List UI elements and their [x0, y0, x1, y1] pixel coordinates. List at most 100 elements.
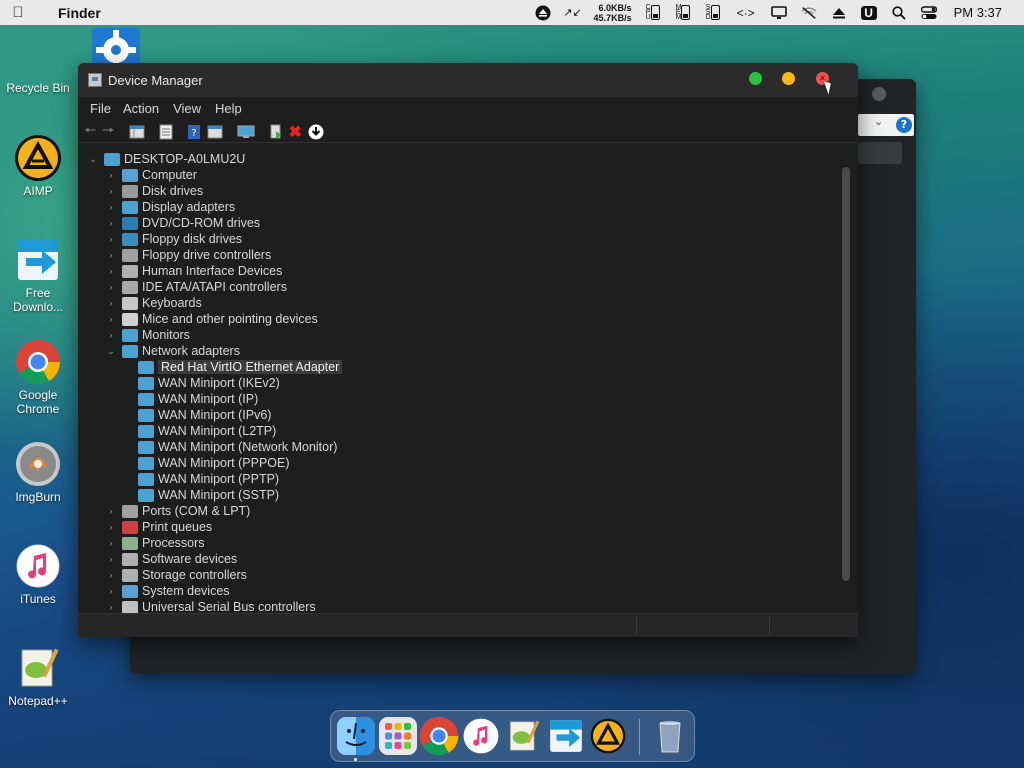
u-badge-icon[interactable]: U [860, 5, 877, 20]
side-button[interactable] [858, 142, 902, 164]
chevron-down-icon[interactable]: ⌄ [874, 115, 883, 128]
launchpad-icon[interactable] [379, 717, 417, 755]
chevron-right-icon[interactable]: › [104, 298, 118, 308]
chevron-right-icon[interactable]: › [104, 602, 118, 612]
chevron-right-icon[interactable]: › [104, 314, 118, 324]
chevron-down-icon[interactable]: ⌄ [104, 346, 118, 357]
chevron-right-icon[interactable]: › [104, 506, 118, 516]
chevron-right-icon[interactable]: › [104, 218, 118, 228]
trash-icon[interactable] [651, 717, 689, 755]
menu-view[interactable]: View [161, 97, 201, 119]
tree-device-network-adapter[interactable]: WAN Miniport (PPPOE) [120, 455, 290, 471]
device-manager-window[interactable]: Device Manager × File Action View Help 🠔… [78, 63, 858, 637]
active-app-name[interactable]: Finder [58, 5, 101, 21]
tree-device-network-adapter[interactable]: WAN Miniport (PPTP) [120, 471, 279, 487]
clock[interactable]: PM 3:37 [954, 5, 1002, 20]
desktop-icon-chrome[interactable]: Google Chrome [0, 338, 76, 416]
desktop-icon-notepad[interactable]: Notepad++ [0, 644, 76, 708]
tree-device-network-adapter[interactable]: WAN Miniport (Network Monitor) [120, 439, 337, 455]
chevron-right-icon[interactable]: › [104, 170, 118, 180]
chevron-right-icon[interactable]: › [104, 570, 118, 580]
menu-action[interactable]: Action [113, 97, 159, 119]
itunes-icon[interactable] [462, 717, 500, 755]
settings-gear-icon[interactable] [78, 28, 154, 68]
desktop-icon-aimp[interactable]: AIMP [0, 134, 76, 198]
tree-category[interactable]: › Software devices [104, 551, 238, 567]
desktop-icon-imgburn[interactable]: ImgBurn [0, 440, 76, 504]
tree-category[interactable]: › Universal Serial Bus controllers [104, 599, 316, 613]
chevron-right-icon[interactable]: › [104, 266, 118, 276]
tree-category[interactable]: › Keyboards [104, 295, 202, 311]
tree-category[interactable]: › Disk drives [104, 183, 204, 199]
desktop-icon-free-download[interactable]: Free Downlo... [0, 236, 76, 314]
tree-category[interactable]: › IDE ATA/ATAPI controllers [104, 279, 287, 295]
eject-icon[interactable] [831, 6, 847, 20]
help-book-icon[interactable]: ? [187, 124, 201, 140]
tree-category[interactable]: › Processors [104, 535, 205, 551]
tree-category[interactable]: › Mice and other pointing devices [104, 311, 318, 327]
tree-category[interactable]: ⌄ Network adapters [104, 343, 240, 359]
tree-category[interactable]: › DVD/CD-ROM drives [104, 215, 261, 231]
cpu-meter-icon[interactable]: CPU [645, 4, 661, 21]
vertical-scrollbar[interactable] [842, 167, 850, 581]
properties-grid-icon[interactable] [129, 124, 145, 140]
uninstall-x-icon[interactable]: ✖ [289, 124, 302, 141]
apple-menu-icon[interactable]:  [0, 4, 36, 21]
chevron-right-icon[interactable]: › [104, 554, 118, 564]
tree-category[interactable]: › Display adapters [104, 199, 236, 215]
chevron-right-icon[interactable]: › [104, 250, 118, 260]
network-arrows-icon[interactable]: ↗↙ [563, 6, 581, 20]
chevron-down-icon[interactable]: ⌄ [86, 154, 100, 165]
document-icon[interactable] [159, 124, 173, 140]
memory-meter-icon[interactable]: MEM [675, 4, 691, 21]
aimp-icon[interactable] [589, 717, 627, 755]
tree-device-network-adapter[interactable]: WAN Miniport (L2TP) [120, 423, 276, 439]
monitor-scan-icon[interactable] [237, 124, 255, 140]
forward-arrow-icon[interactable]: 🠖 [102, 122, 114, 140]
download-circle-icon[interactable] [308, 124, 324, 140]
chevron-right-icon[interactable]: › [104, 202, 118, 212]
update-driver-icon[interactable] [269, 124, 283, 140]
chevron-right-icon[interactable]: › [104, 522, 118, 532]
tree-category[interactable]: › Storage controllers [104, 567, 247, 583]
chrome-icon[interactable] [419, 716, 459, 756]
desktop-icon-recycle-bin[interactable]: Recycle Bin [0, 81, 76, 95]
tree-device-network-adapter[interactable]: WAN Miniport (IP) [120, 391, 258, 407]
tree-device-network-adapter[interactable]: WAN Miniport (IPv6) [120, 407, 271, 423]
chevron-right-icon[interactable]: › [104, 538, 118, 548]
chevron-right-icon[interactable]: › [104, 234, 118, 244]
tree-category[interactable]: › Monitors [104, 327, 190, 343]
tree-category[interactable]: › Floppy drive controllers [104, 247, 272, 263]
eject-circle-icon[interactable] [535, 5, 551, 20]
chevron-right-icon[interactable]: › [104, 586, 118, 596]
notepad-icon[interactable] [504, 717, 542, 755]
tree-category[interactable]: › Floppy disk drives [104, 231, 243, 247]
control-center-icon[interactable] [920, 5, 937, 20]
tree-category[interactable]: › System devices [104, 583, 230, 599]
tree-category[interactable]: › Human Interface Devices [104, 263, 283, 279]
search-icon[interactable] [891, 5, 907, 20]
maximize-button[interactable] [749, 72, 762, 85]
tree-device-network-adapter[interactable]: Red Hat VirtIO Ethernet Adapter [120, 359, 343, 375]
window-button-icon[interactable] [872, 87, 886, 101]
tree-root-computer[interactable]: ⌄ DESKTOP-A0LMU2U [86, 151, 245, 167]
finder-icon[interactable] [337, 717, 375, 755]
tree-category[interactable]: › Ports (COM & LPT) [104, 503, 251, 519]
chevron-right-icon[interactable]: › [104, 330, 118, 340]
chevron-right-icon[interactable]: › [104, 186, 118, 196]
tree-device-network-adapter[interactable]: WAN Miniport (IKEv2) [120, 375, 280, 391]
tree-device-network-adapter[interactable]: WAN Miniport (SSTP) [120, 487, 279, 503]
menu-help[interactable]: Help [203, 97, 242, 119]
minimize-button[interactable] [782, 72, 795, 85]
device-tree[interactable]: ⌄ DESKTOP-A0LMU2U › Computer › Disk drives › Di… [78, 151, 840, 613]
tree-category[interactable]: › Computer [104, 167, 197, 183]
ssd-meter-icon[interactable]: SSD [705, 4, 721, 21]
menu-file[interactable]: File [78, 97, 111, 119]
code-icon[interactable]: <·> [735, 6, 757, 20]
title-bar[interactable]: Device Manager × [78, 63, 858, 97]
help-icon[interactable]: ? [896, 117, 912, 133]
window-view-icon[interactable] [207, 124, 223, 140]
wifi-off-icon[interactable] [800, 6, 817, 20]
display-icon[interactable] [770, 5, 787, 20]
free-download-icon[interactable] [547, 717, 585, 755]
